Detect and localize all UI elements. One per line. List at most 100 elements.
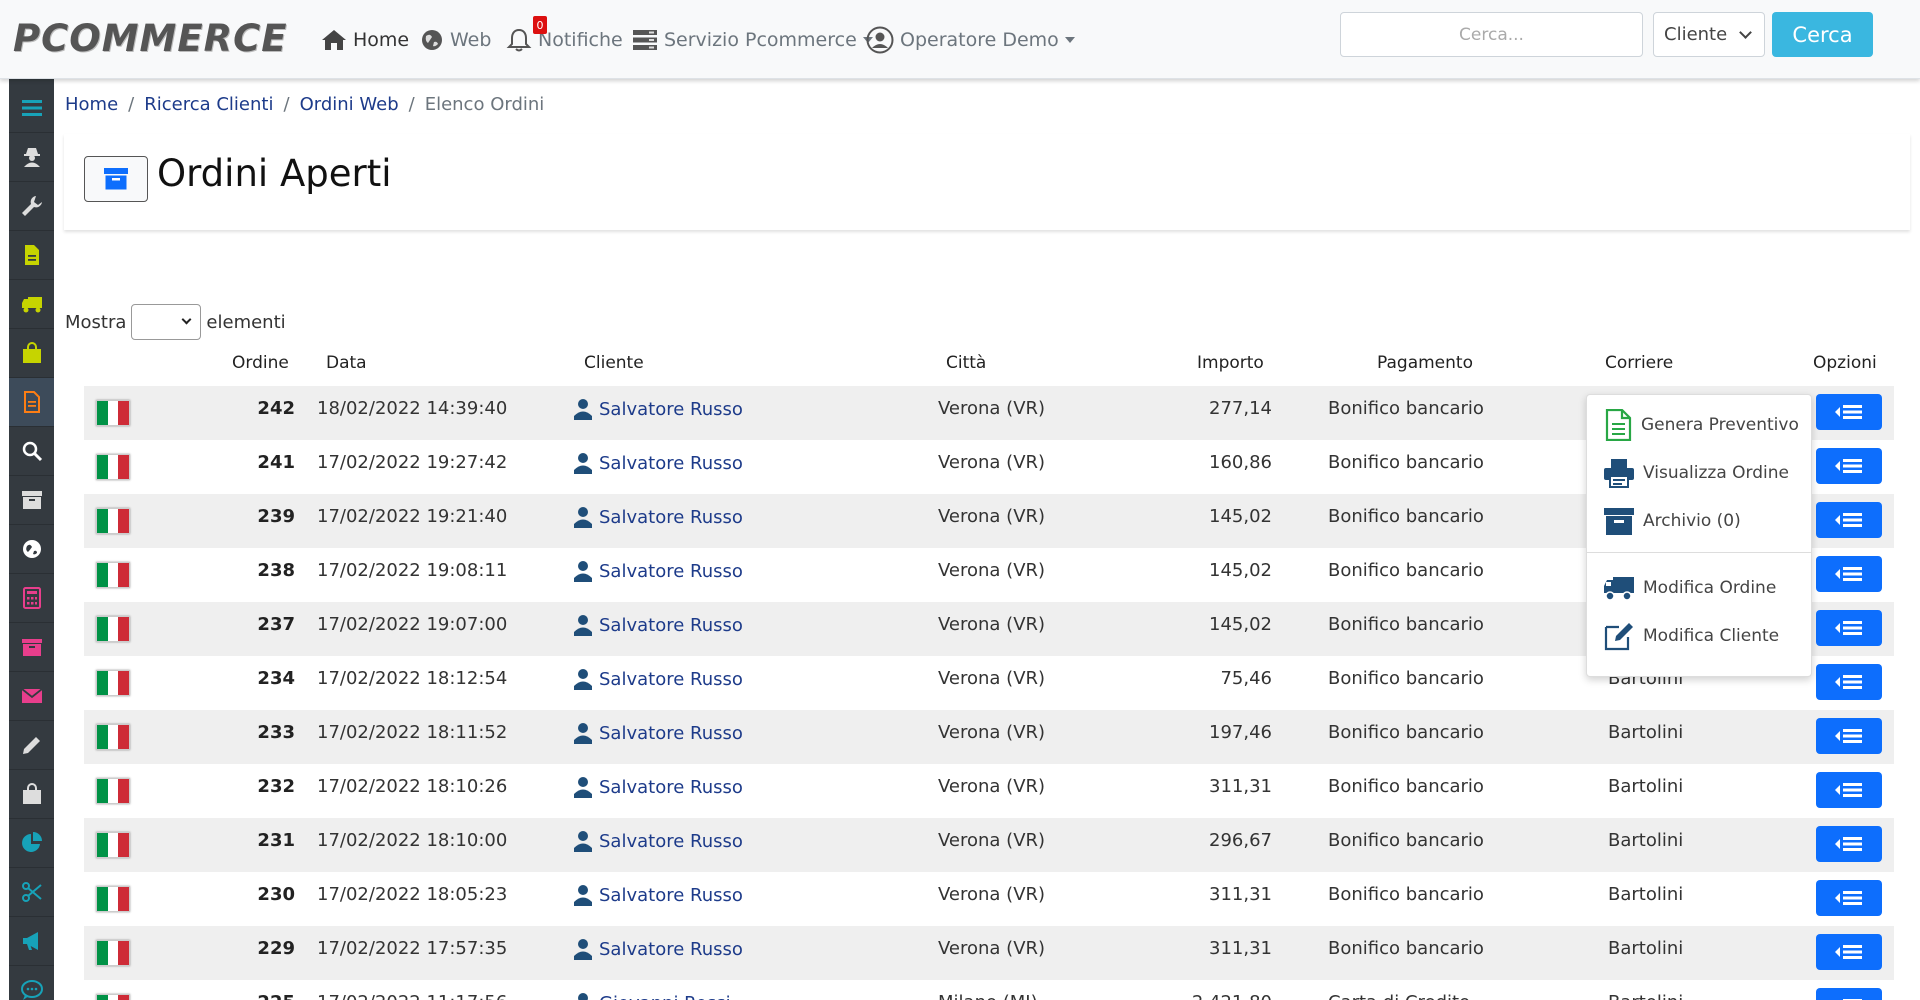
brand-logo[interactable]: PCOMMERCE	[13, 17, 288, 60]
menu-list-icon	[1835, 405, 1862, 419]
order-number[interactable]: 241	[237, 452, 295, 473]
order-number[interactable]: 232	[237, 776, 295, 797]
order-number[interactable]: 239	[237, 506, 295, 527]
client-link[interactable]: Giovanni Rossi	[574, 992, 731, 1000]
nav-home[interactable]: Home	[321, 24, 409, 56]
sidebar-item-scissors[interactable]	[9, 868, 54, 917]
menu-item-modifica-cliente[interactable]: Modifica Cliente	[1603, 616, 1779, 656]
sidebar-item-wrench[interactable]	[9, 182, 54, 231]
sidebar-item-shopping-bag[interactable]	[9, 329, 54, 378]
client-link[interactable]: Salvatore Russo	[574, 830, 743, 852]
sidebar-item-calculator[interactable]	[9, 574, 54, 623]
sidebar-item-chat[interactable]	[9, 966, 54, 1000]
client-link[interactable]: Salvatore Russo	[574, 452, 743, 474]
order-number[interactable]: 230	[237, 884, 295, 905]
options-button[interactable]	[1816, 556, 1882, 592]
sidebar-item-file[interactable]	[9, 378, 54, 427]
nav-service-dropdown[interactable]: Servizio Pcommerce	[632, 24, 873, 56]
sidebar-item-pie-chart[interactable]	[9, 819, 54, 868]
breadcrumb-home[interactable]: Home	[65, 94, 118, 115]
sidebar-item-document[interactable]	[9, 231, 54, 280]
client-name: Giovanni Rossi	[599, 993, 731, 1000]
client-link[interactable]: Salvatore Russo	[574, 506, 743, 528]
table-row[interactable]: 232 17/02/2022 18:10:26 Salvatore Russo …	[84, 764, 1894, 818]
home-icon	[322, 30, 346, 50]
archive-button[interactable]	[84, 156, 148, 202]
user-secret-icon	[23, 148, 40, 167]
client-link[interactable]: Salvatore Russo	[574, 668, 743, 690]
order-number[interactable]: 237	[237, 614, 295, 635]
client-link[interactable]: Salvatore Russo	[574, 884, 743, 906]
nav-web[interactable]: Web	[420, 24, 491, 56]
breadcrumb-ricerca-clienti[interactable]: Ricerca Clienti	[144, 94, 273, 115]
client-name: Salvatore Russo	[599, 506, 743, 528]
chevron-down-icon	[1739, 26, 1752, 39]
nav-notifications[interactable]: Notifiche	[506, 24, 623, 56]
options-button[interactable]	[1816, 826, 1882, 862]
client-link[interactable]: Salvatore Russo	[574, 398, 743, 420]
client-link[interactable]: Salvatore Russo	[574, 560, 743, 582]
column-header-ordine[interactable]: Ordine	[232, 353, 289, 373]
order-payment: Bonifico bancario	[1328, 398, 1484, 419]
menu-item-visualizza-ordine[interactable]: Visualizza Ordine	[1603, 453, 1789, 493]
search-input[interactable]	[1340, 12, 1643, 57]
column-header-data[interactable]: Data	[326, 353, 367, 373]
order-number[interactable]: 242	[237, 398, 295, 419]
order-amount: 75,46	[1220, 668, 1272, 689]
menu-item-label: Archivio (0)	[1643, 511, 1741, 531]
order-number[interactable]: 231	[237, 830, 295, 851]
pencil-icon	[22, 737, 40, 754]
table-row[interactable]: 229 17/02/2022 17:57:35 Salvatore Russo …	[84, 926, 1894, 980]
sidebar-item-archive[interactable]	[9, 476, 54, 525]
nav-operator-dropdown[interactable]: Operatore Demo	[866, 24, 1075, 56]
table-row[interactable]: 231 17/02/2022 18:10:00 Salvatore Russo …	[84, 818, 1894, 872]
shopping-bag-icon	[22, 783, 41, 804]
menu-item-archivio[interactable]: Archivio (0)	[1603, 501, 1741, 541]
client-link[interactable]: Salvatore Russo	[574, 776, 743, 798]
sidebar-item-box[interactable]	[9, 623, 54, 672]
options-button[interactable]	[1816, 772, 1882, 808]
menu-item-modifica-ordine[interactable]: Modifica Ordine	[1603, 568, 1776, 608]
options-button[interactable]	[1816, 502, 1882, 538]
options-button[interactable]	[1816, 448, 1882, 484]
table-row[interactable]: 225 17/02/2022 11:17:56 Giovanni Rossi M…	[84, 980, 1894, 1000]
client-link[interactable]: Salvatore Russo	[574, 722, 743, 744]
options-button[interactable]	[1816, 664, 1882, 700]
order-date: 17/02/2022 17:57:35	[317, 938, 508, 959]
column-header-importo[interactable]: Importo	[1197, 353, 1264, 373]
column-header-pagamento[interactable]: Pagamento	[1377, 353, 1473, 373]
sidebar-item-pencil[interactable]	[9, 721, 54, 770]
sidebar-item-shopping-bag[interactable]	[9, 770, 54, 819]
sidebar-item-envelope[interactable]	[9, 672, 54, 721]
sidebar-item-menu[interactable]	[9, 84, 54, 133]
table-row[interactable]: 230 17/02/2022 18:05:23 Salvatore Russo …	[84, 872, 1894, 926]
sidebar-item-truck[interactable]	[9, 280, 54, 329]
column-header-corriere[interactable]: Corriere	[1605, 353, 1673, 373]
table-row[interactable]: 233 17/02/2022 18:11:52 Salvatore Russo …	[84, 710, 1894, 764]
options-button[interactable]	[1816, 610, 1882, 646]
order-number[interactable]: 234	[237, 668, 295, 689]
search-scope-select[interactable]: Cliente	[1653, 12, 1765, 57]
options-button[interactable]	[1816, 988, 1882, 1000]
order-number[interactable]: 225	[237, 992, 295, 1000]
client-link[interactable]: Salvatore Russo	[574, 614, 743, 636]
user-icon	[574, 507, 592, 528]
page-length-select[interactable]	[131, 304, 202, 340]
sidebar-item-globe[interactable]	[9, 525, 54, 574]
order-number[interactable]: 233	[237, 722, 295, 743]
menu-item-genera-preventivo[interactable]: Genera Preventivo	[1603, 405, 1799, 445]
breadcrumb-ordini-web[interactable]: Ordini Web	[300, 94, 399, 115]
options-button[interactable]	[1816, 934, 1882, 970]
options-button[interactable]	[1816, 394, 1882, 430]
sidebar-item-search[interactable]	[9, 427, 54, 476]
column-header-cliente[interactable]: Cliente	[584, 353, 644, 373]
client-link[interactable]: Salvatore Russo	[574, 938, 743, 960]
order-number[interactable]: 229	[237, 938, 295, 959]
search-button[interactable]: Cerca	[1772, 12, 1873, 57]
sidebar-item-megaphone[interactable]	[9, 917, 54, 966]
options-button[interactable]	[1816, 718, 1882, 754]
column-header-citta[interactable]: Città	[946, 353, 986, 373]
sidebar-item-user-secret[interactable]	[9, 133, 54, 182]
options-button[interactable]	[1816, 880, 1882, 916]
order-number[interactable]: 238	[237, 560, 295, 581]
